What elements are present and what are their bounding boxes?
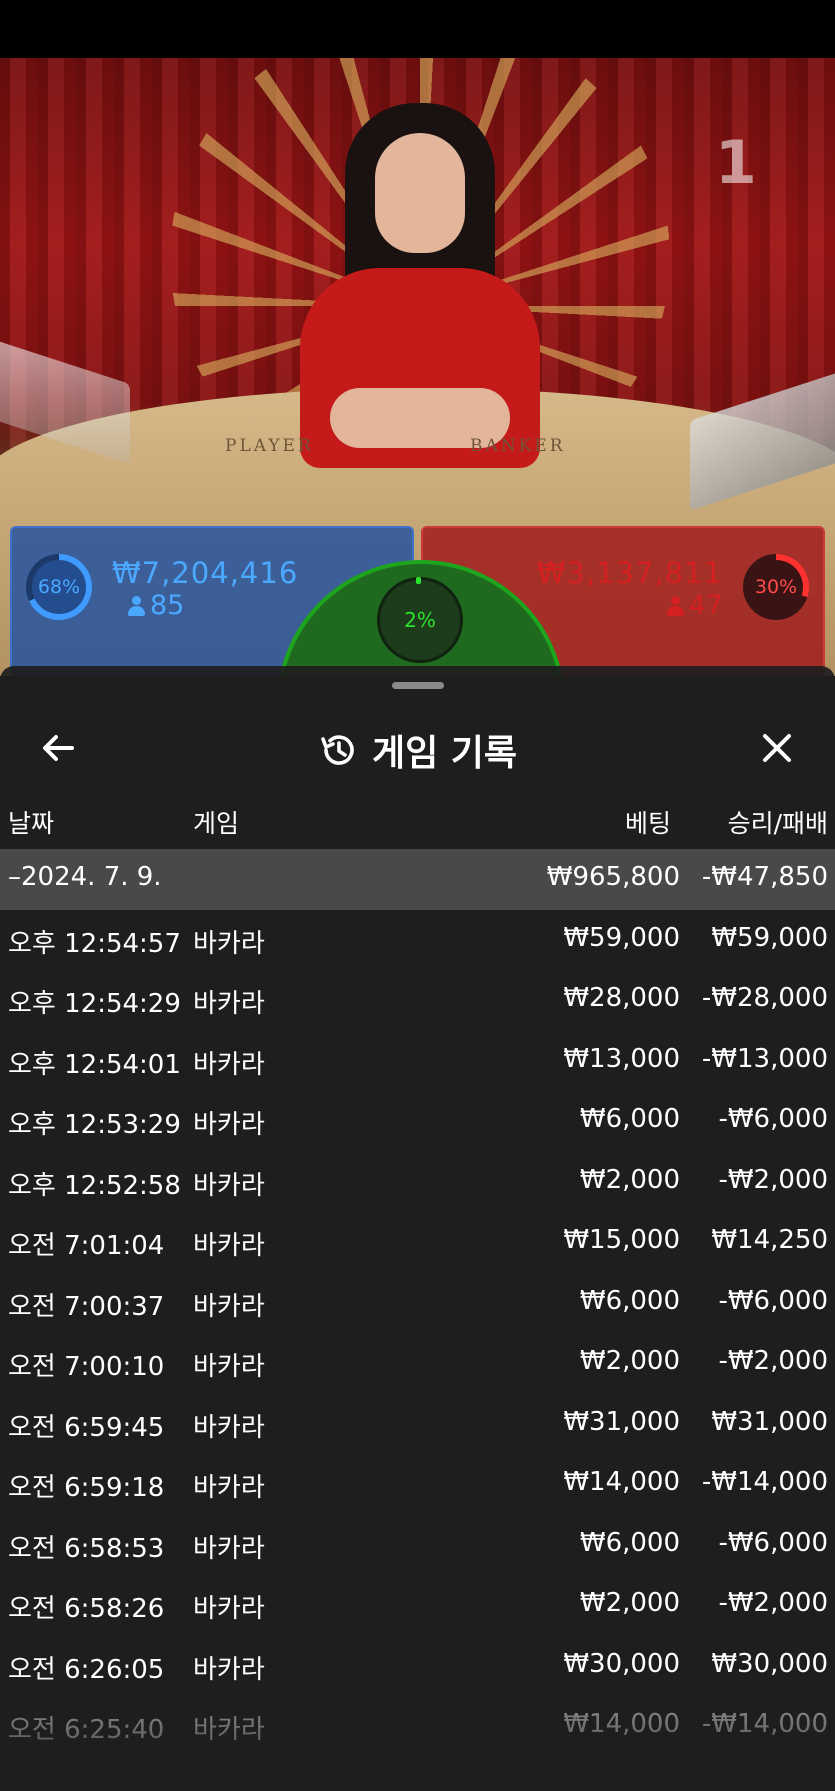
banker-percent-ring: 30% — [743, 554, 809, 620]
row-win-loss: -₩2,000 — [718, 1164, 828, 1195]
row-game: 바카라 — [193, 928, 265, 959]
history-row[interactable]: 오전 6:59:45 바카라 ₩31,000 ₩31,000 — [0, 1394, 835, 1455]
row-bet: ₩31,000 — [563, 1406, 680, 1437]
player-total-amount: ₩7,204,416 — [112, 556, 299, 590]
sheet-title-group: 게임 기록 — [0, 724, 835, 776]
row-bet: ₩14,000 — [563, 1467, 680, 1497]
summary-bet: ₩965,800 — [546, 862, 680, 892]
row-win-loss: ₩14,250 — [711, 1225, 828, 1255]
history-row[interactable]: 오전 6:58:26 바카라 ₩2,000 -₩2,000 — [0, 1575, 835, 1636]
row-date: 오후 12:54:01 — [8, 1049, 181, 1080]
row-bet: ₩6,000 — [579, 1104, 680, 1134]
row-game: 바카라 — [193, 1231, 265, 1261]
close-icon[interactable] — [757, 728, 797, 768]
history-row[interactable]: 오전 6:26:05 바카라 ₩30,000 ₩30,000 — [0, 1636, 835, 1697]
row-date: 오전 7:01:04 — [8, 1231, 165, 1261]
history-row[interactable]: 오후 12:54:29 바카라 ₩28,000 -₩28,000 — [0, 970, 835, 1031]
row-game: 바카라 — [193, 1412, 265, 1443]
sheet-title: 게임 기록 — [371, 733, 517, 774]
history-row[interactable]: 오후 12:52:58 바카라 ₩2,000 -₩2,000 — [0, 1152, 835, 1213]
history-row[interactable]: 오전 7:00:10 바카라 ₩2,000 -₩2,000 — [0, 1333, 835, 1394]
sheet-header: 게임 기록 — [0, 706, 835, 792]
table-player-label: PLAYER — [225, 436, 314, 456]
history-row[interactable]: 오전 7:00:37 바카라 ₩6,000 -₩6,000 — [0, 1273, 835, 1334]
row-date: 오후 12:52:58 — [8, 1170, 181, 1201]
row-game: 바카라 — [193, 1170, 265, 1201]
row-bet: ₩6,000 — [579, 1527, 680, 1558]
row-date: 오후 12:54:57 — [8, 928, 181, 959]
column-bet: 베팅 — [624, 809, 671, 838]
row-bet: ₩15,000 — [563, 1225, 680, 1255]
row-date: 오전 6:59:18 — [8, 1473, 165, 1503]
row-date: 오전 6:58:53 — [8, 1533, 165, 1564]
row-game: 바카라 — [193, 1291, 265, 1322]
row-bet: ₩13,000 — [563, 1043, 680, 1074]
history-row[interactable]: 오후 12:53:29 바카라 ₩6,000 -₩6,000 — [0, 1091, 835, 1152]
drag-handle[interactable] — [392, 682, 444, 689]
row-win-loss: -₩13,000 — [701, 1043, 828, 1074]
date-summary-row[interactable]: –2024. 7. 9. ₩965,800 -₩47,850 — [0, 849, 835, 910]
banker-bettor-count: 47 — [666, 590, 723, 621]
history-row[interactable]: 오전 7:01:04 바카라 ₩15,000 ₩14,250 — [0, 1212, 835, 1273]
history-column-headers: 날짜 게임 베팅 승리/패배 — [0, 794, 835, 844]
row-bet: ₩6,000 — [579, 1285, 680, 1316]
bottom-fade — [0, 1711, 835, 1791]
table-number: 1 — [715, 128, 757, 198]
row-win-loss: -₩6,000 — [718, 1104, 828, 1134]
history-row[interactable]: 오후 12:54:01 바카라 ₩13,000 -₩13,000 — [0, 1031, 835, 1092]
row-date: 오전 6:58:26 — [8, 1594, 165, 1624]
row-win-loss: ₩59,000 — [711, 922, 828, 953]
row-win-loss: -₩6,000 — [718, 1527, 828, 1558]
banker-percent: 30% — [754, 576, 798, 598]
game-history-sheet: 게임 기록 날짜 게임 베팅 승리/패배 –2024. 7. 9. ₩965,8… — [0, 666, 835, 1791]
column-game: 게임 — [193, 809, 240, 838]
row-game: 바카라 — [193, 1594, 265, 1624]
row-game: 바카라 — [193, 1654, 265, 1685]
row-date: 오후 12:53:29 — [8, 1110, 181, 1140]
history-row[interactable]: 오전 6:58:53 바카라 ₩6,000 -₩6,000 — [0, 1515, 835, 1576]
row-bet: ₩30,000 — [563, 1648, 680, 1679]
player-bettor-count: 85 — [128, 590, 184, 621]
row-win-loss: -₩2,000 — [718, 1346, 828, 1376]
row-date: 오전 6:26:05 — [8, 1654, 165, 1685]
history-row[interactable]: 오후 12:54:57 바카라 ₩59,000 ₩59,000 — [0, 910, 835, 971]
row-win-loss: -₩6,000 — [718, 1285, 828, 1316]
row-win-loss: ₩31,000 — [711, 1406, 828, 1437]
row-bet: ₩2,000 — [579, 1346, 680, 1376]
row-game: 바카라 — [193, 1473, 265, 1503]
row-bet: ₩2,000 — [579, 1164, 680, 1195]
row-game: 바카라 — [193, 1352, 265, 1382]
tie-percent: 2% — [377, 577, 463, 663]
row-date: 오전 6:59:45 — [8, 1412, 165, 1443]
row-win-loss: ₩30,000 — [711, 1648, 828, 1679]
row-game: 바카라 — [193, 1049, 265, 1080]
row-win-loss: -₩28,000 — [701, 983, 828, 1013]
row-bet: ₩59,000 — [563, 922, 680, 953]
dealer-face — [375, 133, 465, 253]
summary-win-loss: -₩47,850 — [701, 862, 828, 892]
row-game: 바카라 — [193, 1533, 265, 1564]
history-list: –2024. 7. 9. ₩965,800 -₩47,850 오후 12:54:… — [0, 849, 835, 1757]
summary-date: –2024. 7. 9. — [8, 862, 162, 892]
history-icon — [321, 735, 354, 765]
table-banker-label: BANKER — [470, 436, 566, 456]
history-row[interactable]: 오전 6:59:18 바카라 ₩14,000 -₩14,000 — [0, 1454, 835, 1515]
row-win-loss: -₩14,000 — [701, 1467, 828, 1497]
person-icon — [666, 596, 684, 616]
row-date: 오전 7:00:37 — [8, 1291, 165, 1322]
column-win-loss: 승리/패배 — [727, 809, 828, 838]
column-date: 날짜 — [8, 809, 55, 838]
row-bet: ₩28,000 — [563, 983, 680, 1013]
row-date: 오전 7:00:10 — [8, 1352, 165, 1382]
player-percent: 68% — [37, 576, 81, 598]
row-win-loss: -₩2,000 — [718, 1588, 828, 1618]
banker-total-amount: ₩3,137,811 — [536, 556, 723, 590]
row-game: 바카라 — [193, 1110, 265, 1140]
status-bar — [0, 0, 835, 58]
row-bet: ₩2,000 — [579, 1588, 680, 1618]
row-game: 바카라 — [193, 989, 265, 1019]
row-date: 오후 12:54:29 — [8, 989, 181, 1019]
player-percent-ring: 68% — [26, 554, 92, 620]
person-icon — [128, 596, 145, 616]
